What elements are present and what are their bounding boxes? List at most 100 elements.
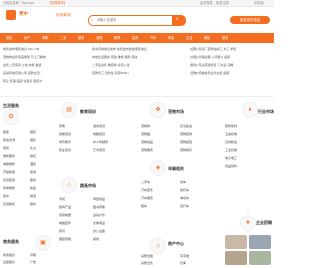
category-link[interactable]: 运动户外 xyxy=(93,213,105,217)
announcement-item[interactable]: 转让 旺铺 临街 位置好 面积大 xyxy=(3,79,42,83)
category-link[interactable]: 电动车 xyxy=(180,196,189,200)
category-link[interactable]: 摄影 xyxy=(30,138,36,142)
category-link[interactable]: 仓库 xyxy=(180,261,186,265)
category-link[interactable]: 工业机械 xyxy=(225,148,237,152)
announcement-item[interactable]: 本地生活服务 家政 维修 搬家 保洁 xyxy=(92,55,137,59)
category-link[interactable]: 五金机电 xyxy=(225,132,237,136)
nav-secondhand[interactable]: 二手 xyxy=(60,36,66,40)
nav-more[interactable]: 更多 xyxy=(222,36,228,40)
category-link[interactable]: 自行车 xyxy=(180,204,189,208)
announcement-item[interactable]: 宠物狗出售家庭繁殖 可上门看狗 xyxy=(3,55,46,59)
category-link[interactable]: 技能培训 xyxy=(59,132,71,136)
category-link[interactable]: 礼仪 xyxy=(30,146,36,150)
category-link[interactable]: 办公设备 xyxy=(93,229,105,233)
nav-life[interactable]: 生活 xyxy=(186,36,192,40)
category-link[interactable]: 保洁清洗 xyxy=(3,138,15,142)
category-link[interactable]: 电脑维修 xyxy=(3,162,15,166)
category-link[interactable]: 商务租赁 xyxy=(3,253,15,257)
nav-merchants[interactable]: 招商 xyxy=(132,36,138,40)
category-link[interactable]: 食品饮料 xyxy=(225,164,237,168)
category-link[interactable]: 花鸟鱼虫 xyxy=(180,124,192,128)
category-link[interactable]: 搬家 xyxy=(3,130,9,134)
category-link[interactable]: 写字楼 xyxy=(180,254,189,258)
category-link[interactable]: 租车 xyxy=(30,202,36,206)
category-link[interactable]: 家电维修 xyxy=(3,186,15,190)
category-link[interactable]: 快递 xyxy=(30,186,36,190)
category-link[interactable]: 艺术培训 xyxy=(93,148,105,152)
category-link[interactable]: 空调移机 xyxy=(3,202,15,206)
category-link[interactable]: 印刷 xyxy=(30,253,36,257)
category-link[interactable]: 开锁换锁 xyxy=(3,170,15,174)
search-button[interactable]: ⌕ xyxy=(172,15,186,26)
category-link[interactable]: 家用电器 xyxy=(59,213,71,217)
category-link[interactable]: 宠物寄养 xyxy=(180,148,192,152)
switch-city-header[interactable]: 【切换城市】 xyxy=(54,13,73,17)
category-link[interactable]: 摩托车 xyxy=(180,188,189,192)
announcement-item[interactable]: [服务] 专业疏通管道 下水道 马桶 xyxy=(190,63,233,67)
category-link[interactable]: 房屋出租 xyxy=(141,254,153,258)
category-link[interactable]: 宠物医院 xyxy=(180,140,192,144)
login-link[interactable]: 会员登录 xyxy=(200,1,213,5)
publish-button[interactable]: 免费发布信息 xyxy=(230,16,270,24)
category-link[interactable]: 电脑培训 xyxy=(93,132,105,136)
nav-jobs[interactable]: 求职 xyxy=(42,36,48,40)
search-input[interactable] xyxy=(97,18,171,22)
announcement-item[interactable]: 出售二手家具 沙发 衣柜 餐桌 xyxy=(3,63,42,67)
category-link[interactable]: 职业培训 xyxy=(59,148,71,152)
category-link[interactable]: 其他 xyxy=(93,237,99,241)
announcement-item[interactable]: 贵中同城信息发布 免费发布各类便民信息 xyxy=(92,47,147,51)
category-link[interactable]: 服装鞋帽 xyxy=(59,237,71,241)
register-link[interactable]: 免费注册 xyxy=(216,1,229,5)
category-link[interactable]: 语言培训 xyxy=(93,124,105,128)
category-link[interactable]: 母婴用品 xyxy=(93,197,105,201)
announcement-item[interactable]: [宠物] 纯种金毛幼犬出售 健康 xyxy=(190,71,229,75)
category-link[interactable]: 电脑配件 xyxy=(59,221,71,225)
nav-convenience[interactable]: 便民 xyxy=(204,36,210,40)
category-link[interactable]: 维修服务 xyxy=(3,154,15,158)
category-link[interactable]: 汽车配件 xyxy=(141,188,153,192)
hiring-thumbnail[interactable] xyxy=(249,235,271,249)
nav-education[interactable]: 教育 xyxy=(114,36,120,40)
category-link[interactable]: 宠物猫 xyxy=(141,132,150,136)
announcement-item[interactable]: 免费发布便民信息 TEL:138 xyxy=(3,47,39,51)
category-link[interactable]: 电子电工 xyxy=(225,156,237,160)
nav-pets[interactable]: 宠物 xyxy=(96,36,102,40)
category-link[interactable]: 货车 xyxy=(180,180,186,184)
category-link[interactable]: 广告 xyxy=(30,260,36,264)
category-link[interactable]: 旅游 xyxy=(30,170,36,174)
hiring-thumbnail[interactable] xyxy=(225,235,247,249)
nav-business[interactable]: 商务 xyxy=(168,36,174,40)
nav-cars[interactable]: 汽车 xyxy=(150,36,156,40)
category-link[interactable]: 家教 xyxy=(59,124,65,128)
switch-city-link[interactable]: 【切换城市】 xyxy=(48,1,67,5)
category-link[interactable]: 二手车 xyxy=(141,180,150,184)
category-link[interactable]: 宠物配种 xyxy=(180,132,192,136)
mobile-link[interactable]: 手机版 xyxy=(254,1,264,5)
category-link[interactable]: 鲜花 xyxy=(30,154,36,158)
category-link[interactable]: 数码产品 xyxy=(59,205,71,209)
category-link[interactable]: 酒店 xyxy=(30,162,36,166)
category-link[interactable]: 家政 xyxy=(3,146,9,150)
category-link[interactable]: 图书音像 xyxy=(93,205,105,209)
category-link[interactable]: 婚庆 xyxy=(30,130,36,134)
category-link[interactable]: 票务 xyxy=(30,178,36,182)
category-link[interactable]: 宠物狗 xyxy=(141,124,150,128)
nav-home[interactable]: 首页 xyxy=(6,36,12,40)
hiring-thumbnail[interactable] xyxy=(225,251,247,265)
announcement-item[interactable]: 某某科技有限公司 招聘文员 xyxy=(3,71,40,75)
category-link[interactable]: 送水 xyxy=(3,194,9,198)
category-link[interactable]: 宠物服务 xyxy=(141,148,153,152)
category-link[interactable]: 管道疏通 xyxy=(3,178,15,182)
announcement-item[interactable]: 二手房出售 精装修 拎包入住 xyxy=(92,63,130,67)
nav-house[interactable]: 房产 xyxy=(24,36,30,40)
category-link[interactable]: 中小学辅导 xyxy=(93,140,108,144)
category-link[interactable]: 家具 xyxy=(59,229,65,233)
announcement-item[interactable]: [招聘] 家具厂招聘油漆工 木工 学徒 xyxy=(190,47,236,51)
category-link[interactable]: 房屋出售 xyxy=(141,261,153,265)
category-link[interactable]: 学历教育 xyxy=(59,140,71,144)
site-logo[interactable]: 贵中 xyxy=(6,9,48,21)
category-link[interactable]: 宠物用品 xyxy=(141,140,153,144)
nav-service[interactable]: 服务 xyxy=(78,36,84,40)
announcement-item[interactable]: 招聘普工 包吃住 月薪5000+ xyxy=(92,71,129,75)
category-link[interactable]: 文体用品 xyxy=(93,221,105,225)
